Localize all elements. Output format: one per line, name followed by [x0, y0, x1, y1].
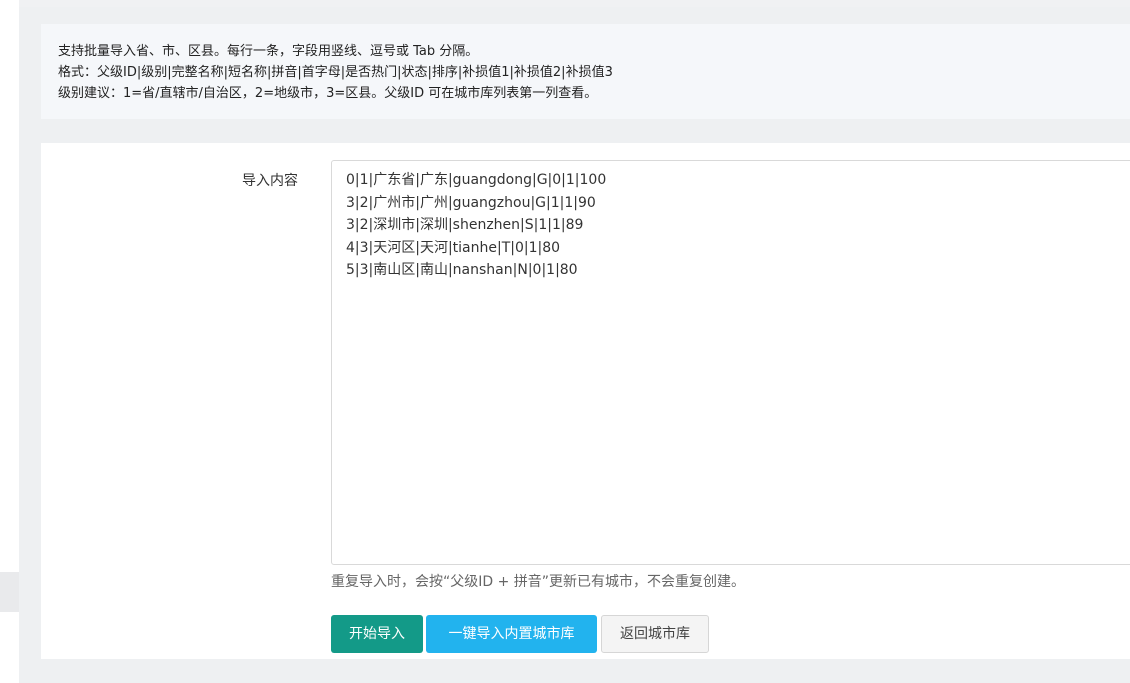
- tips-line-3: 级别建议：1=省/直辖市/自治区，2=地级市，3=区县。父级ID 可在城市库列表…: [58, 86, 598, 101]
- tips-line-2: 格式：父级ID|级别|完整名称|短名称|拼音|首字母|是否热门|状态|排序|补损…: [58, 65, 613, 80]
- import-builtin-city-library-button[interactable]: 一键导入内置城市库: [426, 615, 597, 653]
- page: 支持批量导入省、市、区县。每行一条，字段用竖线、逗号或 Tab 分隔。 格式：父…: [0, 0, 1130, 683]
- tips-line-1: 支持批量导入省、市、区县。每行一条，字段用竖线、逗号或 Tab 分隔。: [58, 44, 479, 59]
- start-import-button[interactable]: 开始导入: [331, 615, 423, 653]
- back-to-city-library-button[interactable]: 返回城市库: [601, 615, 709, 653]
- sidebar-edge-bottom: [0, 612, 19, 683]
- import-form-card: 导入内容 0|1|广东省|广东|guangdong|G|0|1|100 3|2|…: [41, 143, 1130, 659]
- sidebar-edge-divider: [0, 572, 19, 612]
- import-tips: 支持批量导入省、市、区县。每行一条，字段用竖线、逗号或 Tab 分隔。 格式：父…: [41, 24, 1130, 119]
- sidebar-edge: [0, 0, 19, 572]
- import-help-text: 重复导入时，会按“父级ID + 拼音”更新已有城市，不会重复创建。: [331, 574, 746, 590]
- import-content-textarea[interactable]: 0|1|广东省|广东|guangdong|G|0|1|100 3|2|广州市|广…: [331, 160, 1130, 565]
- import-content-label: 导入内容: [242, 173, 298, 189]
